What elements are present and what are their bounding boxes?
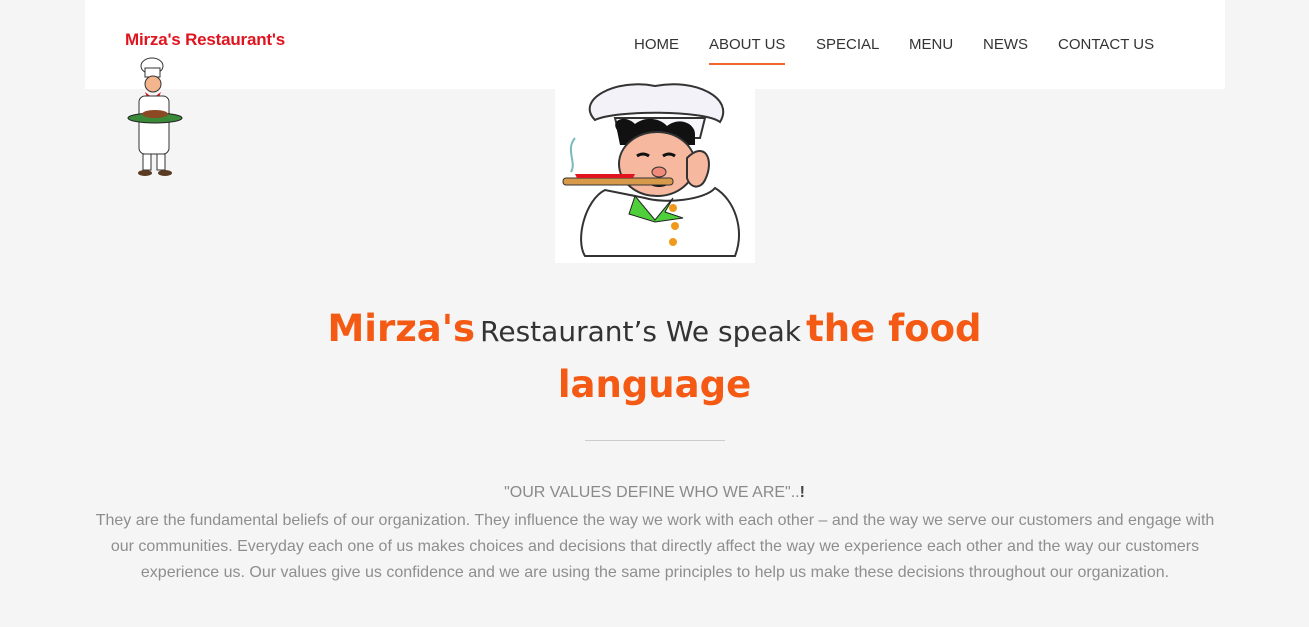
section-divider bbox=[585, 440, 725, 441]
page-headline: Mirza's Restaurant’s We speak the food l… bbox=[300, 304, 1009, 416]
headline-brand: Mirza's bbox=[327, 307, 476, 350]
nav-item-special[interactable]: SPECIAL bbox=[816, 35, 879, 55]
values-title: "OUR VALUES DEFINE WHO WE ARE"..! bbox=[0, 484, 1309, 502]
values-paragraph: They are the fundamental beliefs of our … bbox=[95, 512, 1215, 581]
chef-tasting-image bbox=[555, 80, 755, 263]
nav-item-contact-us[interactable]: CONTACT US bbox=[1058, 35, 1154, 55]
chef-logo-image[interactable] bbox=[125, 56, 189, 180]
nav-item-about-us[interactable]: ABOUT US bbox=[709, 35, 786, 65]
nav-item-home[interactable]: HOME bbox=[634, 35, 679, 55]
nav-item-menu[interactable]: MENU bbox=[909, 35, 953, 55]
headline-text: Restaurant’s We speak bbox=[480, 315, 801, 348]
site-header: Mirza's Restaurant's HOME ABOUT US SPECI… bbox=[85, 0, 1225, 89]
nav-item-news[interactable]: NEWS bbox=[983, 35, 1028, 55]
main-nav: HOME ABOUT US SPECIAL MENU NEWS CONTACT … bbox=[85, 0, 1225, 89]
values-title-text: "OUR VALUES DEFINE WHO WE ARE".. bbox=[504, 484, 800, 501]
values-title-mark: ! bbox=[799, 484, 805, 501]
